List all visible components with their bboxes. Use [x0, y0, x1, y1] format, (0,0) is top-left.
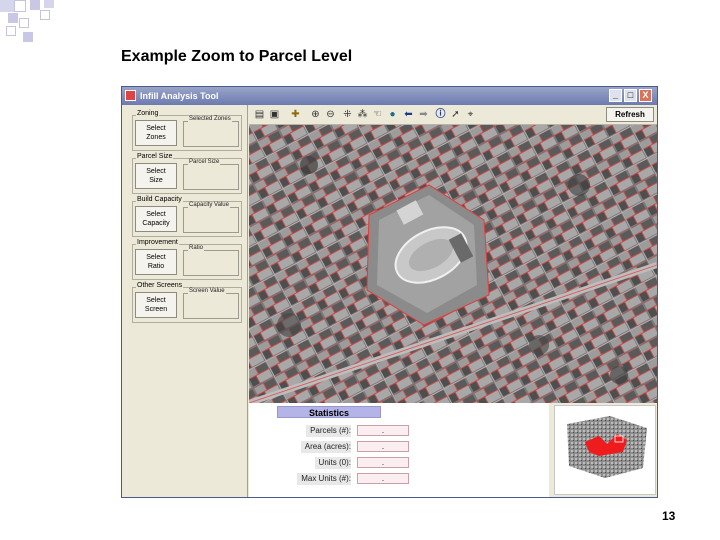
minimize-button[interactable]: _ — [609, 89, 622, 102]
stat-value: . — [357, 473, 409, 484]
field-label: Screen Value — [188, 288, 226, 294]
slide-title: Example Zoom to Parcel Level — [121, 48, 353, 65]
group-label: Parcel Size — [136, 153, 174, 160]
button-text: Ratio — [147, 263, 165, 270]
ratio-field[interactable]: Ratio — [183, 245, 239, 276]
button-text: Select — [146, 297, 166, 304]
overview-map[interactable] — [554, 405, 656, 495]
field-label: Parcel Size — [188, 159, 221, 165]
select-zones-button[interactable]: Select Zones — [135, 120, 177, 146]
stat-row-area: Area (acres): . — [267, 441, 527, 453]
select-ratio-button[interactable]: Select Ratio — [135, 249, 177, 275]
fixed-zoom-out-icon[interactable]: ⁂ — [356, 108, 369, 121]
fixed-zoom-in-icon[interactable]: ⁜ — [341, 108, 354, 121]
button-text: Select — [146, 254, 166, 261]
button-text: Select — [146, 168, 166, 175]
group-label: Improvement — [136, 239, 179, 246]
aerial-parcel-map — [249, 125, 657, 403]
add-data-icon[interactable]: ✚ — [289, 108, 302, 121]
overview-map-image — [567, 416, 647, 478]
other-screens-group: Other Screens Select Screen Screen Value — [132, 282, 242, 323]
field-label: Ratio — [188, 245, 205, 251]
stat-row-units: Units (0): . — [267, 457, 527, 469]
stat-label: Units (0): — [314, 457, 351, 469]
stat-row-max-units: Max Units (#): . — [267, 473, 527, 485]
select-icon[interactable]: ➚ — [449, 108, 462, 121]
capacity-value-field[interactable]: Capacity Value — [183, 202, 239, 233]
stat-label: Parcels (#): — [306, 425, 351, 437]
improvement-group: Improvement Select Ratio Ratio — [132, 239, 242, 280]
maximize-button[interactable]: □ — [624, 89, 637, 102]
stat-label: Max Units (#): — [297, 473, 351, 485]
group-label: Zoning — [136, 110, 160, 117]
button-text: Select — [146, 211, 166, 218]
map-view[interactable] — [249, 125, 657, 403]
button-text: Zones — [146, 134, 166, 141]
open-icon[interactable]: ▤ — [253, 108, 266, 121]
stat-value: . — [357, 425, 409, 436]
group-label: Build Capacity — [136, 196, 183, 203]
left-panel: Zoning Select Zones Selected Zones Parce… — [122, 105, 248, 497]
select-size-button[interactable]: Select Size — [135, 163, 177, 189]
selected-zones-field[interactable]: Selected Zones — [183, 116, 239, 147]
parcel-size-group: Parcel Size Select Size Parcel Size — [132, 153, 242, 194]
stat-label: Area (acres): — [300, 441, 351, 453]
parcel-size-field[interactable]: Parcel Size — [183, 159, 239, 190]
corner-decoration — [0, 0, 60, 45]
button-text: Capacity — [142, 220, 170, 227]
button-text: Screen — [144, 306, 168, 313]
window-titlebar[interactable]: Infill Analysis Tool _ □ X — [122, 87, 657, 105]
back-icon[interactable]: ⬅ — [402, 108, 415, 121]
select-screen-button[interactable]: Select Screen — [135, 292, 177, 318]
statistics-panel: Statistics Parcels (#): . Area (acres): … — [249, 403, 549, 497]
page-number: 13 — [662, 509, 676, 523]
zoom-in-icon[interactable]: ⊕ — [309, 108, 322, 121]
close-button[interactable]: X — [639, 89, 652, 102]
app-window: Infill Analysis Tool _ □ X Zoning Select… — [121, 86, 658, 498]
info-icon[interactable]: ⓘ — [434, 108, 447, 121]
stat-value: . — [357, 441, 409, 452]
group-label: Other Screens — [136, 282, 184, 289]
forward-icon[interactable]: ➡ — [417, 108, 430, 121]
button-text: Size — [149, 177, 163, 184]
globe-icon[interactable]: ● — [386, 108, 399, 121]
build-capacity-group: Build Capacity Select Capacity Capacity … — [132, 196, 242, 237]
save-icon[interactable]: ▣ — [268, 108, 281, 121]
zoom-out-icon[interactable]: ⊖ — [324, 108, 337, 121]
zoning-group: Zoning Select Zones Selected Zones — [132, 110, 242, 151]
window-title: Infill Analysis Tool — [140, 91, 219, 101]
pan-icon[interactable]: ☜ — [371, 108, 384, 121]
measure-icon[interactable]: ⌖ — [464, 108, 477, 121]
refresh-button[interactable]: Refresh — [606, 107, 654, 122]
screen-value-field[interactable]: Screen Value — [183, 288, 239, 319]
app-icon — [125, 90, 136, 101]
field-label: Selected Zones — [188, 116, 232, 122]
select-capacity-button[interactable]: Select Capacity — [135, 206, 177, 232]
field-label: Capacity Value — [188, 202, 230, 208]
stat-row-parcels: Parcels (#): . — [267, 425, 527, 437]
stat-value: . — [357, 457, 409, 468]
button-text: Select — [146, 125, 166, 132]
map-toolbar: ▤ ▣ ✚ ⊕ ⊖ ⁜ ⁂ ☜ ● ⬅ ➡ ⓘ ➚ ⌖ — [249, 105, 657, 125]
statistics-title: Statistics — [277, 406, 381, 418]
